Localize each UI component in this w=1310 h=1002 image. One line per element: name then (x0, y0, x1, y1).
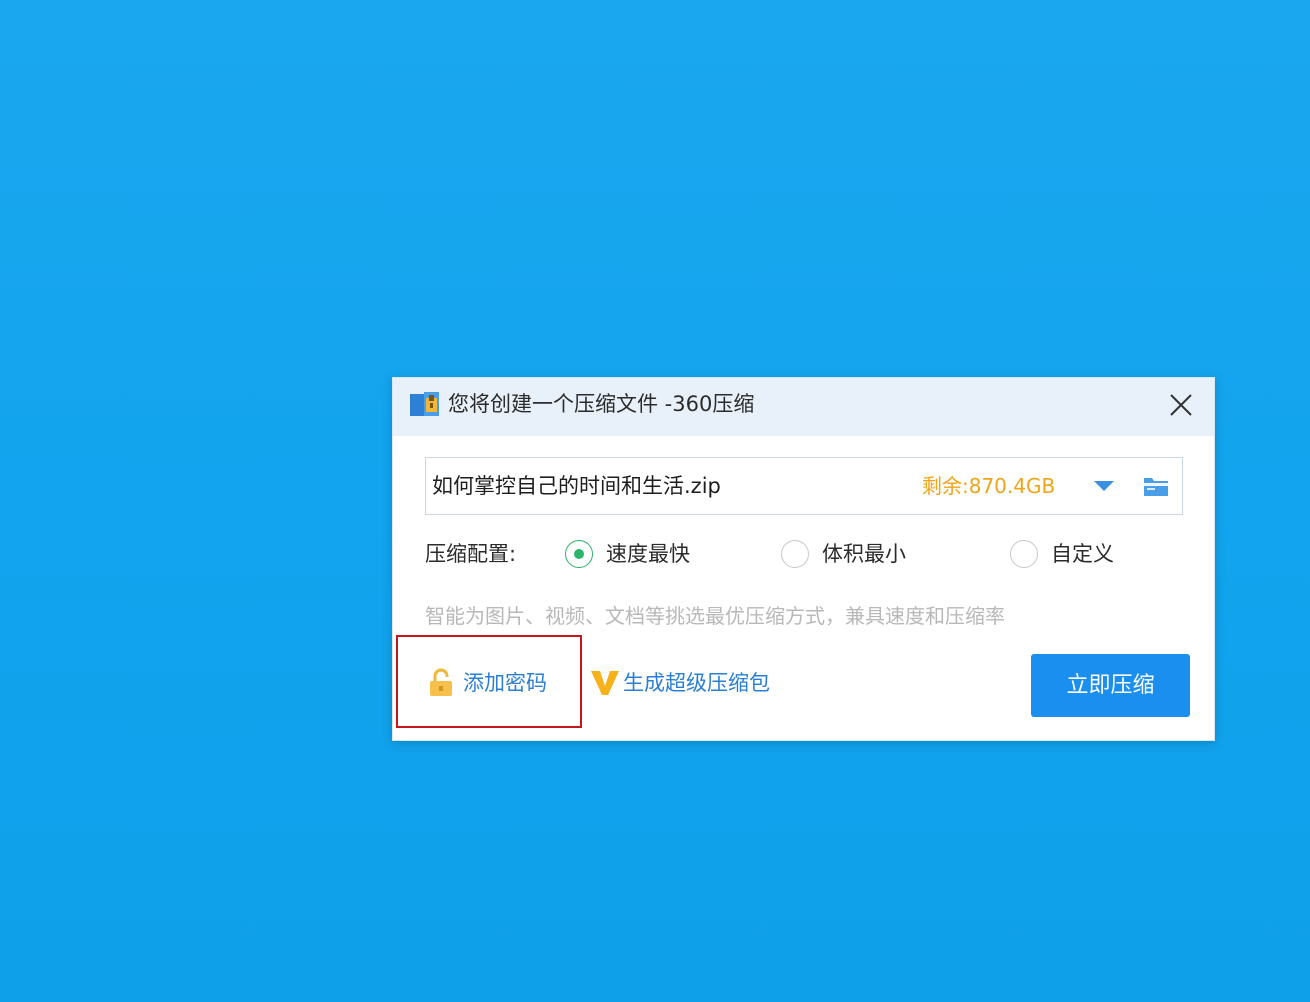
radio-button-checked[interactable] (565, 540, 593, 568)
compress-now-button[interactable]: 立即压缩 (1031, 654, 1190, 717)
radio-button[interactable] (781, 540, 809, 568)
add-password-link[interactable]: 添加密码 (427, 668, 547, 698)
v-badge-icon (591, 671, 619, 695)
add-password-label[interactable]: 添加密码 (463, 669, 547, 697)
output-path-field[interactable]: 如何掌控自己的时间和生活.zip 剩余:870.4GB (425, 457, 1183, 515)
free-space-label: 剩余:870.4GB (922, 474, 1056, 498)
option-fastest[interactable]: 速度最快 (565, 538, 690, 570)
title-bar: 您将创建一个压缩文件 -360压缩 (393, 378, 1214, 436)
radio-button[interactable] (1010, 540, 1038, 568)
dropdown-arrow-icon[interactable] (1091, 476, 1117, 496)
option-label: 速度最快 (606, 542, 690, 566)
filename-text[interactable]: 如何掌控自己的时间和生活.zip (432, 472, 721, 500)
compression-config-label: 压缩配置: (425, 542, 517, 566)
archive-app-icon (410, 392, 439, 416)
super-package-link[interactable]: 生成超级压缩包 (589, 668, 770, 698)
folder-icon[interactable] (1142, 473, 1170, 499)
option-label: 自定义 (1051, 542, 1114, 566)
window-title: 您将创建一个压缩文件 -360压缩 (448, 392, 755, 416)
unlocked-padlock-icon (430, 668, 452, 696)
super-package-label[interactable]: 生成超级压缩包 (623, 669, 770, 697)
compress-dialog: 您将创建一个压缩文件 -360压缩 如何掌控自己的时间和生活.zip 剩余:87… (392, 377, 1215, 741)
close-icon[interactable] (1164, 388, 1198, 422)
config-hint-text: 智能为图片、视频、文档等挑选最优压缩方式，兼具速度和压缩率 (425, 604, 1005, 628)
option-custom[interactable]: 自定义 (1010, 538, 1114, 570)
option-smallest[interactable]: 体积最小 (781, 538, 906, 570)
option-label: 体积最小 (822, 542, 906, 566)
